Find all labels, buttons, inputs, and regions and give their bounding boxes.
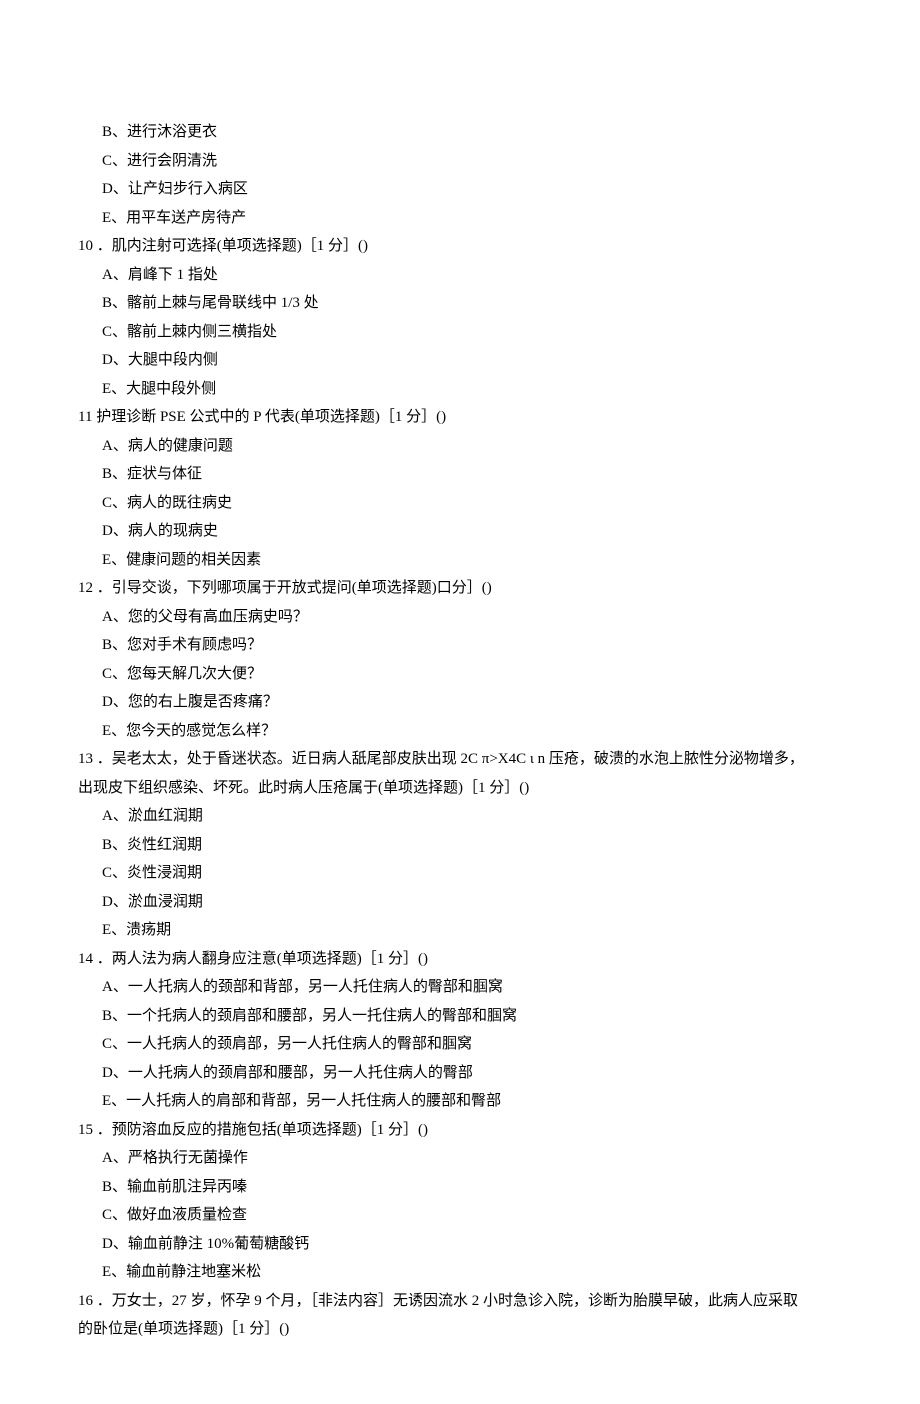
answer-option: E、输血前静注地塞米松 bbox=[78, 1258, 842, 1287]
answer-option: D、让产妇步行入病区 bbox=[78, 175, 842, 204]
answer-option: A、一人托病人的颈部和背部，另一人托住病人的臀部和腘窝 bbox=[78, 973, 842, 1002]
question-stem: 的卧位是(单项选择题)［1 分］() bbox=[78, 1315, 842, 1344]
answer-option: D、大腿中段内侧 bbox=[78, 346, 842, 375]
question-stem: 14 ．两人法为病人翻身应注意(单项选择题)［1 分］() bbox=[78, 945, 842, 974]
answer-option: A、肩峰下 1 指处 bbox=[78, 261, 842, 290]
answer-option: C、髂前上棘内侧三横指处 bbox=[78, 318, 842, 347]
answer-option: D、淤血浸润期 bbox=[78, 888, 842, 917]
question-stem: 12 ．引导交谈，下列哪项属于开放式提问(单项选择题)口分］() bbox=[78, 574, 842, 603]
answer-option: C、炎性浸润期 bbox=[78, 859, 842, 888]
answer-option: B、髂前上棘与尾骨联线中 1/3 处 bbox=[78, 289, 842, 318]
answer-option: D、您的右上腹是否疼痛？ bbox=[78, 688, 842, 717]
answer-option: E、健康问题的相关因素 bbox=[78, 546, 842, 575]
answer-option: D、一人托病人的颈肩部和腰部，另一人托住病人的臀部 bbox=[78, 1059, 842, 1088]
answer-option: C、您每天解几次大便？ bbox=[78, 660, 842, 689]
answer-option: B、您对手术有顾虑吗？ bbox=[78, 631, 842, 660]
answer-option: C、进行会阴清洗 bbox=[78, 147, 842, 176]
answer-option: B、输血前肌注异丙嗪 bbox=[78, 1173, 842, 1202]
answer-option: B、一个托病人的颈肩部和腰部，另人一托住病人的臀部和腘窝 bbox=[78, 1002, 842, 1031]
question-stem: 10 ．肌内注射可选择(单项选择题)［1 分］() bbox=[78, 232, 842, 261]
answer-option: A、您的父母有高血压病史吗？ bbox=[78, 603, 842, 632]
answer-option: E、大腿中段外侧 bbox=[78, 375, 842, 404]
answer-option: E、一人托病人的肩部和背部，另一人托住病人的腰部和臀部 bbox=[78, 1087, 842, 1116]
answer-option: E、溃疡期 bbox=[78, 916, 842, 945]
answer-option: B、炎性红润期 bbox=[78, 831, 842, 860]
answer-option: A、淤血红润期 bbox=[78, 802, 842, 831]
answer-option: B、症状与体征 bbox=[78, 460, 842, 489]
answer-option: C、一人托病人的颈肩部，另一人托住病人的臀部和腘窝 bbox=[78, 1030, 842, 1059]
answer-option: E、用平车送产房待产 bbox=[78, 204, 842, 233]
answer-option: D、病人的现病史 bbox=[78, 517, 842, 546]
answer-option: C、做好血液质量检查 bbox=[78, 1201, 842, 1230]
answer-option: C、病人的既往病史 bbox=[78, 489, 842, 518]
answer-option: A、病人的健康问题 bbox=[78, 432, 842, 461]
document-page: B、进行沐浴更衣C、进行会阴清洗D、让产妇步行入病区E、用平车送产房待产10 ．… bbox=[0, 0, 920, 1404]
answer-option: E、您今天的感觉怎么样？ bbox=[78, 717, 842, 746]
question-stem: 11 护理诊断 PSE 公式中的 P 代表(单项选择题)［1 分］() bbox=[78, 403, 842, 432]
question-stem: 出现皮下组织感染、坏死。此时病人压疮属于(单项选择题)［1 分］() bbox=[78, 774, 842, 803]
question-stem: 13 ．吴老太太，处于昏迷状态。近日病人舐尾部皮肤出现 2C π>X4C ι n… bbox=[78, 745, 842, 774]
question-stem: 15 ．预防溶血反应的措施包括(单项选择题)［1 分］() bbox=[78, 1116, 842, 1145]
answer-option: D、输血前静注 10%葡萄糖酸钙 bbox=[78, 1230, 842, 1259]
answer-option: A、严格执行无菌操作 bbox=[78, 1144, 842, 1173]
answer-option: B、进行沐浴更衣 bbox=[78, 118, 842, 147]
